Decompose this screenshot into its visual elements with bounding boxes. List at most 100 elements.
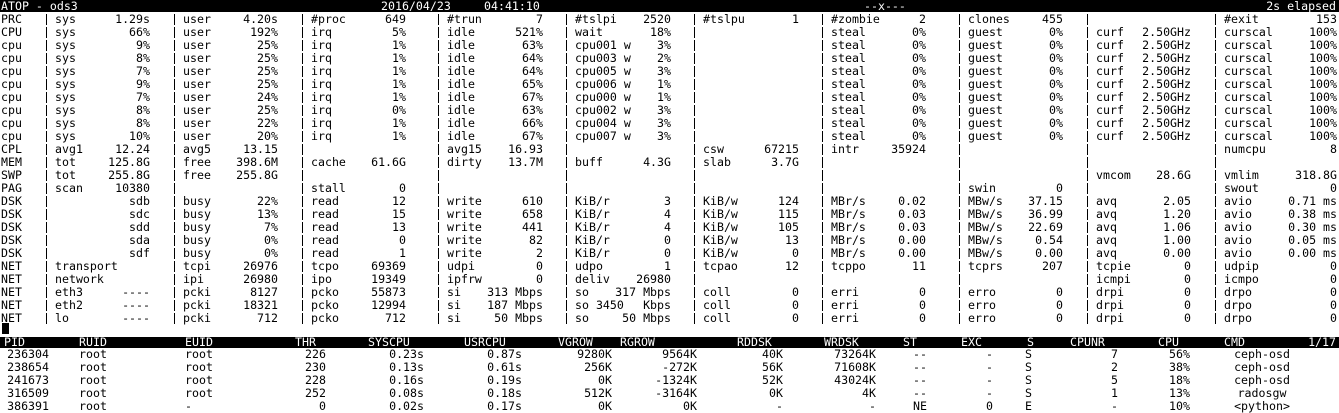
column-separator	[174, 287, 175, 298]
column-separator	[694, 183, 695, 194]
column-separator	[822, 261, 823, 272]
column-separator	[959, 170, 960, 181]
column-separator	[694, 196, 695, 207]
column-separator	[822, 40, 823, 51]
column-separator	[1087, 14, 1088, 25]
column-separator	[1215, 274, 1216, 285]
column-header-exc[interactable]: EXC	[961, 336, 982, 348]
column-header-rgrow[interactable]: RGROW	[620, 336, 655, 348]
column-separator	[438, 105, 439, 116]
column-separator	[1087, 287, 1088, 298]
stat-value: 0%	[1049, 129, 1063, 143]
column-separator	[302, 274, 303, 285]
column-separator	[959, 79, 960, 90]
column-separator	[1087, 222, 1088, 233]
stat-value: 0	[792, 311, 799, 325]
column-separator	[822, 105, 823, 116]
column-separator	[959, 92, 960, 103]
column-separator	[46, 144, 47, 155]
column-separator	[1087, 196, 1088, 207]
column-separator	[566, 92, 567, 103]
stat-key: pcki	[183, 311, 211, 325]
column-separator	[1087, 209, 1088, 220]
column-separator	[1087, 183, 1088, 194]
stat-value: 50 Mbps	[622, 311, 671, 325]
time-label: 04:41:10	[484, 0, 540, 13]
column-separator	[1087, 261, 1088, 272]
stat-key: erro	[968, 311, 996, 325]
cell-usrcpu: 0.17s	[487, 399, 522, 413]
column-separator	[694, 14, 695, 25]
column-separator	[46, 222, 47, 233]
process-row[interactable]: 386391 root - 0 0.02s 0.17s 0K 0K - - NE 0 E - 10% <pyt…	[0, 400, 1339, 413]
column-separator	[566, 248, 567, 259]
column-separator	[694, 144, 695, 155]
cell-rddsk: -	[776, 399, 783, 413]
stat-value: 4.3G	[643, 155, 671, 169]
column-separator	[174, 183, 175, 194]
column-separator	[694, 248, 695, 259]
column-separator	[438, 235, 439, 246]
column-separator	[822, 157, 823, 168]
column-separator	[959, 40, 960, 51]
column-separator	[1215, 53, 1216, 64]
column-separator	[46, 131, 47, 142]
column-separator	[822, 79, 823, 90]
cell-cpu: 10%	[1169, 399, 1190, 413]
column-separator	[302, 53, 303, 64]
stat-value: 13.7M	[508, 155, 543, 169]
stat-key: drpi	[1096, 311, 1124, 325]
column-separator	[1215, 287, 1216, 298]
column-separator	[694, 105, 695, 116]
column-separator	[822, 235, 823, 246]
column-separator	[566, 14, 567, 25]
column-separator	[822, 66, 823, 77]
process-row[interactable]: 316509 root root 252 0.08s 0.18s 512K -3164K 0K 4…	[0, 387, 1339, 400]
column-separator	[1215, 131, 1216, 142]
stat-value: 2.50GHz	[1142, 129, 1191, 143]
column-separator	[46, 248, 47, 259]
column-separator	[1087, 27, 1088, 38]
column-separator	[1215, 196, 1216, 207]
cell-syscpu: 0.02s	[389, 399, 424, 413]
column-separator	[1087, 274, 1088, 285]
column-separator	[822, 27, 823, 38]
column-separator	[46, 27, 47, 38]
column-separator	[438, 66, 439, 77]
text-cursor	[2, 323, 9, 334]
title-bar: ATOP - ods3 2016/04/23 04:41:10 --x--- 2…	[0, 0, 1339, 13]
column-separator	[959, 144, 960, 155]
cell-cpunr: -	[1111, 399, 1118, 413]
column-separator	[1087, 170, 1088, 181]
column-separator	[302, 79, 303, 90]
column-header-cpunr[interactable]: CPUNR	[1070, 336, 1105, 348]
column-separator	[694, 300, 695, 311]
column-separator	[174, 131, 175, 142]
column-separator	[566, 40, 567, 51]
stat-key: coll	[703, 311, 731, 325]
column-separator	[1215, 79, 1216, 90]
column-separator	[1215, 183, 1216, 194]
column-separator	[959, 235, 960, 246]
atop-terminal[interactable]: ATOP - ods3 2016/04/23 04:41:10 --x--- 2…	[0, 0, 1339, 413]
column-separator	[174, 14, 175, 25]
column-separator	[959, 157, 960, 168]
stat-value: 3%	[657, 129, 671, 143]
column-separator	[438, 131, 439, 142]
column-separator	[566, 144, 567, 155]
column-separator	[959, 196, 960, 207]
column-separator	[959, 274, 960, 285]
stat-key: slab	[703, 155, 731, 169]
column-separator	[302, 313, 303, 324]
column-separator	[46, 183, 47, 194]
column-separator	[1215, 235, 1216, 246]
column-separator	[566, 274, 567, 285]
cell-s: E	[1025, 399, 1032, 413]
stat-key: intr	[831, 142, 859, 156]
column-separator	[302, 300, 303, 311]
column-separator	[46, 105, 47, 116]
column-separator	[1087, 92, 1088, 103]
cell-rgrow: 0K	[683, 399, 697, 413]
column-separator	[959, 131, 960, 142]
column-separator	[566, 235, 567, 246]
